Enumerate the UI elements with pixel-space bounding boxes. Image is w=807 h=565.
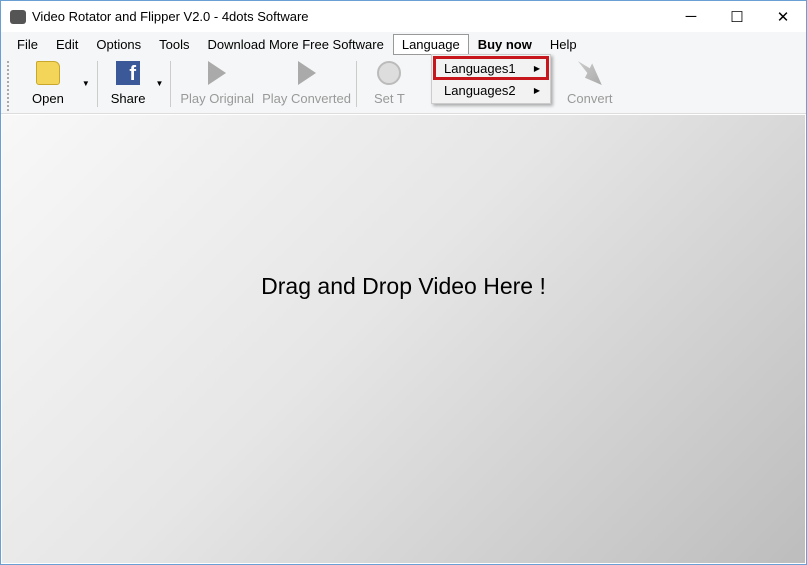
separator (96, 61, 98, 107)
play-original-label: Play Original (180, 91, 255, 106)
menu-help[interactable]: Help (541, 34, 586, 55)
convert-label: Convert (567, 91, 613, 106)
drop-hint: Drag and Drop Video Here ! (261, 273, 546, 299)
facebook-icon: f (116, 61, 141, 85)
menu-item-languages1[interactable]: Languages1 ▶ (433, 56, 549, 80)
share-dropdown-icon[interactable]: ▼ (155, 79, 163, 88)
menu-edit[interactable]: Edit (47, 34, 87, 55)
menu-file[interactable]: File (8, 34, 47, 55)
play-icon (297, 61, 316, 85)
minimize-button[interactable]: ─ (668, 1, 714, 32)
play-converted-button[interactable]: Play Converted (260, 57, 353, 109)
open-label: Open (32, 91, 64, 106)
app-icon (10, 9, 26, 24)
submenu-arrow-icon: ▶ (533, 85, 540, 95)
menu-options[interactable]: Options (87, 34, 150, 55)
open-dropdown-icon[interactable]: ▼ (82, 79, 90, 88)
window-title: Video Rotator and Flipper V2.0 - 4dots S… (32, 9, 309, 24)
clock-icon (377, 61, 402, 85)
share-label: Share (110, 91, 146, 106)
set-time-button[interactable]: Set T (360, 57, 419, 109)
maximize-button[interactable]: ☐ (714, 1, 760, 32)
submenu-arrow-icon: ▶ (533, 63, 540, 73)
menu-bar: File Edit Options Tools Download More Fr… (1, 32, 806, 57)
convert-icon (577, 61, 602, 85)
menu-download[interactable]: Download More Free Software (199, 34, 393, 55)
title-bar: Video Rotator and Flipper V2.0 - 4dots S… (1, 1, 806, 32)
folder-icon (35, 61, 60, 85)
open-button[interactable]: Open (14, 57, 82, 109)
menu-buy-now[interactable]: Buy now (469, 34, 541, 55)
languages2-label: Languages2 (444, 82, 516, 98)
toolbar-grip[interactable] (7, 61, 10, 111)
play-icon (208, 61, 227, 85)
menu-tools[interactable]: Tools (150, 34, 198, 55)
languages1-label: Languages1 (444, 60, 516, 76)
drop-area[interactable]: Drag and Drop Video Here ! (2, 115, 805, 563)
play-converted-label: Play Converted (262, 91, 351, 106)
set-time-label: Set T (373, 91, 405, 106)
menu-language[interactable]: Language (392, 34, 469, 55)
toolbar: Open ▼ f Share ▼ Play Original Play Conve… (1, 57, 806, 114)
separator (170, 61, 172, 107)
menu-item-languages2[interactable]: Languages2 ▶ (434, 79, 548, 101)
convert-button[interactable]: Convert (561, 57, 619, 109)
close-button[interactable]: ✕ (760, 1, 806, 32)
language-dropdown: Languages1 ▶ Languages2 ▶ (431, 54, 551, 104)
play-original-button[interactable]: Play Original (174, 57, 260, 109)
share-button[interactable]: f Share (101, 57, 156, 109)
separator (355, 61, 357, 107)
